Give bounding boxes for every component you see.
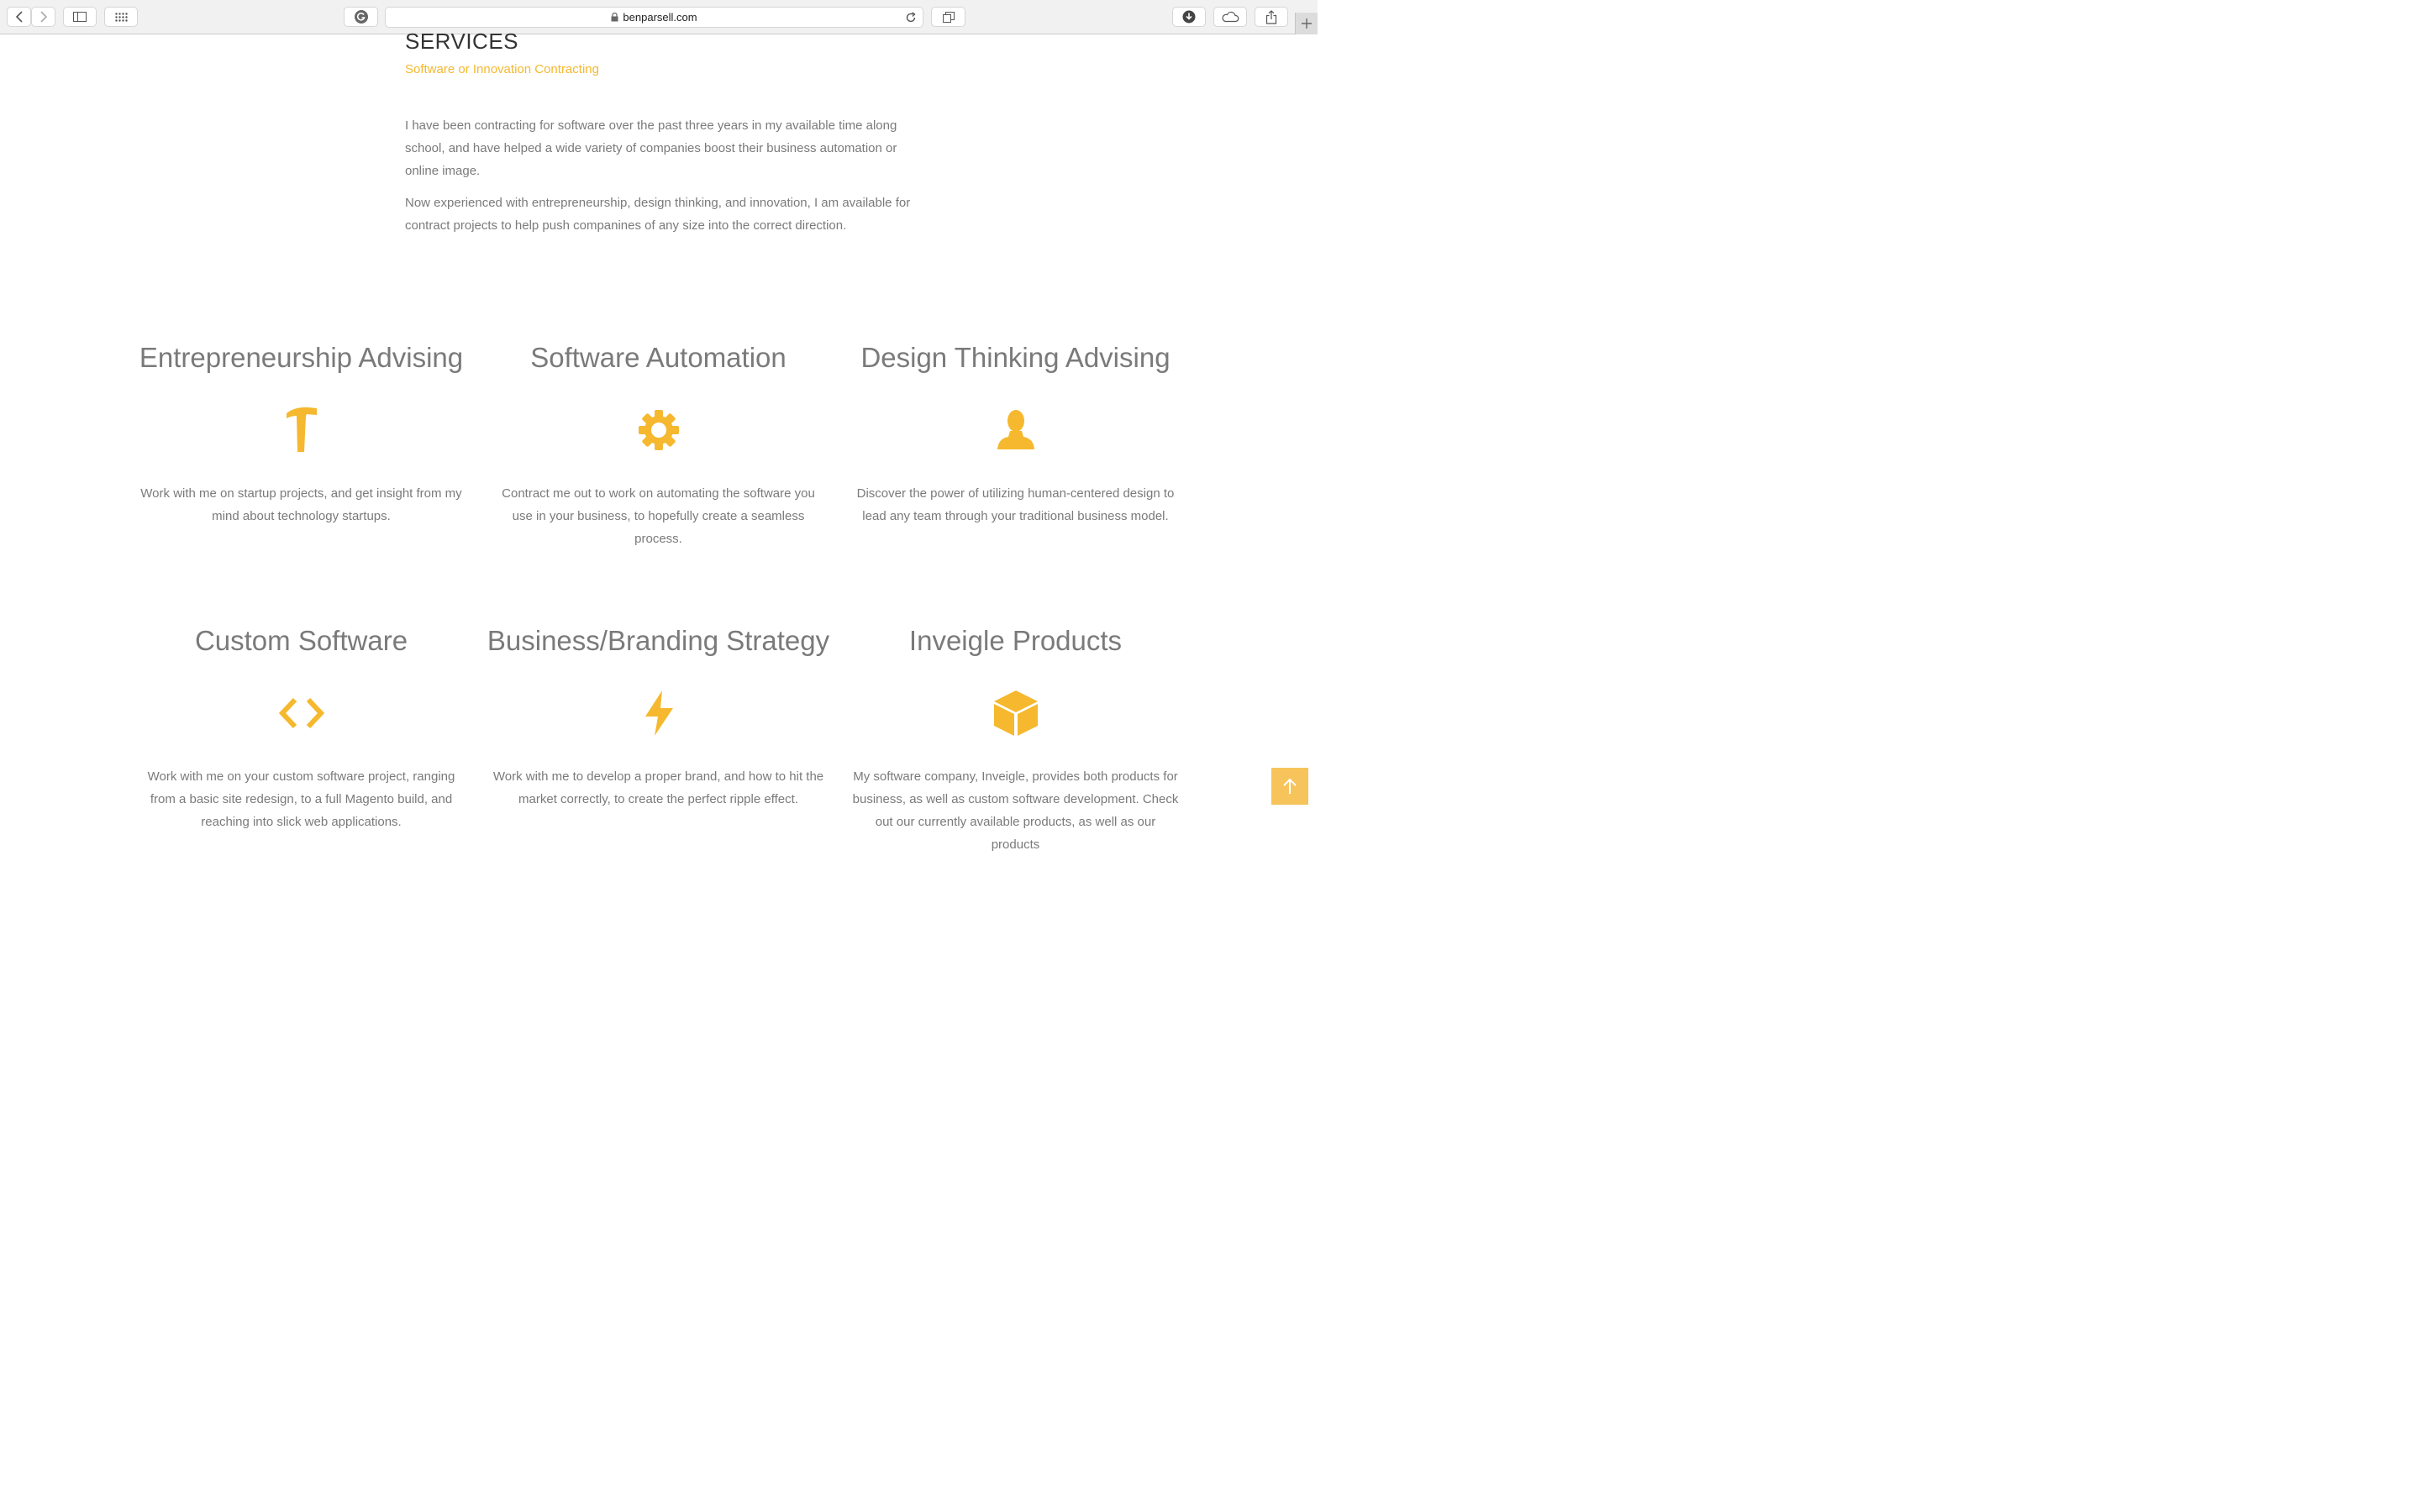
code-icon <box>278 690 325 737</box>
intro-paragraph-1: I have been contracting for software ove… <box>405 118 897 178</box>
cloud-icon <box>1222 11 1239 23</box>
share-icon <box>1265 9 1277 24</box>
download-icon <box>1182 10 1196 24</box>
downloads-button[interactable] <box>1172 7 1206 27</box>
top-sites-button[interactable] <box>104 7 138 27</box>
service-title: Inveigle Products <box>908 625 1123 656</box>
service-title: Entrepreneurship Advising <box>139 342 464 373</box>
service-card-custom-software: Custom Software Work with me on your cus… <box>123 624 480 833</box>
lightning-icon <box>635 690 682 737</box>
browser-toolbar: benparsell.com <box>0 0 1318 34</box>
forward-button[interactable] <box>31 7 55 27</box>
service-card-design-thinking: Design Thinking Advising Discover the po… <box>837 341 1194 528</box>
reload-icon[interactable] <box>905 12 917 24</box>
address-bar[interactable]: benparsell.com <box>385 7 923 28</box>
service-card-inveigle-products: Inveigle Products My software company, I… <box>837 624 1194 856</box>
lock-icon <box>611 13 618 22</box>
services-subtitle: Software or Innovation Contracting <box>405 62 599 76</box>
service-title: Design Thinking Advising <box>860 342 1171 373</box>
share-button[interactable] <box>1255 7 1288 27</box>
service-title: Custom Software <box>194 625 408 656</box>
user-icon <box>992 407 1039 454</box>
cube-icon <box>992 690 1039 737</box>
service-title: Software Automation <box>530 342 786 373</box>
gear-icon <box>635 407 682 454</box>
plus-icon <box>1302 18 1312 29</box>
service-description: Contract me out to work on automating th… <box>502 486 815 546</box>
url-text: benparsell.com <box>623 11 697 24</box>
sidebar-button[interactable] <box>63 7 97 27</box>
grammarly-button[interactable] <box>344 7 378 27</box>
new-tab-button[interactable] <box>1295 13 1318 34</box>
services-heading: SERVICES <box>405 29 519 54</box>
arrow-up-icon <box>1283 778 1297 794</box>
grid-icon <box>114 12 128 22</box>
service-description: My software company, Inveigle, provides … <box>852 769 1179 852</box>
service-description: Discover the power of utilizing human-ce… <box>856 486 1175 523</box>
service-description: Work with me on your custom software pro… <box>147 769 455 829</box>
chevron-right-icon <box>39 11 47 23</box>
service-title: Business/Branding Strategy <box>487 625 830 656</box>
tabs-icon <box>942 11 955 23</box>
service-description: Work with me to develop a proper brand, … <box>492 769 824 806</box>
intro-paragraph-2: Now experienced with entrepreneurship, d… <box>405 196 911 233</box>
service-card-software-automation: Software Automation Contract me out to w… <box>480 341 837 550</box>
back-to-top-button[interactable] <box>1271 768 1308 805</box>
service-description: Work with me on startup projects, and ge… <box>140 486 462 523</box>
back-button[interactable] <box>7 7 31 27</box>
chevron-left-icon <box>15 11 23 23</box>
sidebar-icon <box>73 12 87 22</box>
service-card-entrepreneurship: Entrepreneurship Advising Work with me o… <box>123 341 480 528</box>
hammer-icon <box>278 407 325 454</box>
icloud-button[interactable] <box>1213 7 1247 27</box>
service-card-branding-strategy: Business/Branding Strategy Work with me … <box>480 624 837 811</box>
tab-overview-button[interactable] <box>931 7 965 27</box>
grammarly-icon <box>354 10 368 24</box>
